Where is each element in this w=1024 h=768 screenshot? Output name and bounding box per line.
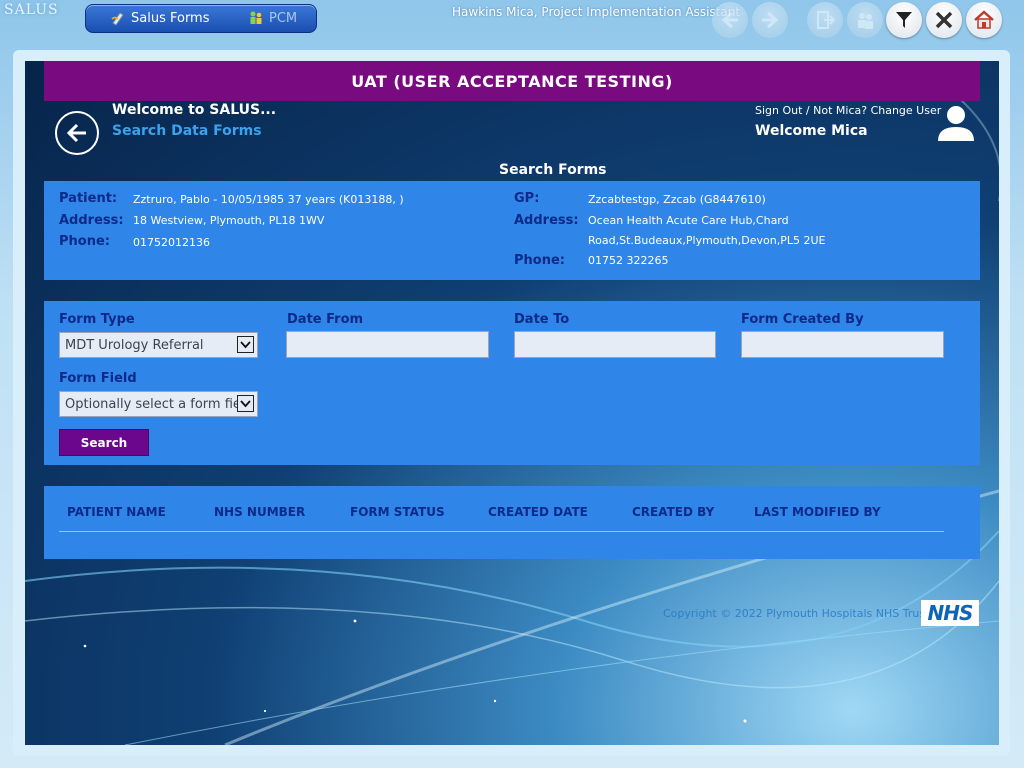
form-type-value: MDT Urology Referral	[65, 337, 204, 353]
column-header-created-date[interactable]: CREATED DATE	[488, 505, 588, 519]
form-type-label: Form Type	[59, 312, 135, 327]
filter-icon[interactable]	[886, 2, 922, 38]
user-title: Hawkins Mica, Project Implementation Ass…	[452, 5, 741, 19]
back-button[interactable]	[55, 111, 99, 155]
gp-address-label: Address:	[514, 213, 579, 228]
close-icon[interactable]	[926, 2, 962, 38]
page-subtitle: Search Data Forms	[112, 123, 262, 139]
column-header-nhs-number[interactable]: NHS NUMBER	[214, 505, 305, 519]
form-created-by-input[interactable]	[741, 331, 944, 358]
back-arrow-icon[interactable]	[712, 2, 748, 38]
form-field-select[interactable]: Optionally select a form fie	[59, 391, 258, 417]
top-bar: SALUS Salus Forms PCM Hawkins Mica, Proj…	[0, 0, 1024, 48]
nhs-logo: NHS	[921, 600, 979, 626]
results-table	[44, 486, 980, 559]
patient-phone-label: Phone:	[59, 234, 110, 249]
chevron-down-icon	[237, 336, 254, 353]
people-icon[interactable]	[847, 2, 883, 38]
patient-phone: 01752012136	[133, 236, 210, 249]
form-field-value: Optionally select a form fie	[65, 396, 241, 412]
gp-phone: 01752 322265	[588, 254, 669, 267]
app-switcher: Salus Forms PCM	[85, 4, 317, 33]
column-header-patient-name[interactable]: PATIENT NAME	[67, 505, 166, 519]
form-created-by-label: Form Created By	[741, 312, 864, 327]
gp-label: GP:	[514, 191, 540, 206]
gp-address-line2: Road,St.Budeaux,Plymouth,Devon,PL5 2UE	[588, 234, 826, 247]
welcome-user: Welcome Mica	[755, 123, 868, 139]
date-to-label: Date To	[514, 312, 570, 327]
environment-banner: UAT (USER ACCEPTANCE TESTING)	[44, 61, 980, 101]
gp-name: Zzcabtestgp, Zzcab (G8447610)	[588, 193, 766, 206]
user-avatar-icon	[934, 103, 978, 143]
column-header-created-by[interactable]: CREATED BY	[632, 505, 714, 519]
nhs-logo-text: NHS	[927, 601, 974, 625]
patient-name: Zztruro, Pablo - 10/05/1985 37 years (K0…	[133, 193, 404, 206]
forward-arrow-icon[interactable]	[752, 2, 788, 38]
people-group-icon	[250, 11, 262, 24]
column-header-form-status[interactable]: FORM STATUS	[350, 505, 445, 519]
pcm-tab[interactable]: PCM	[248, 10, 297, 26]
gp-address-line1: Ocean Health Acute Care Hub,Chard	[588, 214, 789, 227]
back-arrow-icon	[66, 123, 86, 143]
section-title: Search Forms	[499, 162, 607, 178]
pcm-label: PCM	[269, 10, 298, 26]
sign-out-link[interactable]: Sign Out / Not Mica? Change User	[755, 104, 941, 117]
salus-logo: SALUS	[4, 2, 59, 18]
welcome-heading: Welcome to SALUS...	[112, 102, 277, 118]
chevron-down-icon	[237, 395, 254, 412]
header-divider	[59, 531, 944, 532]
date-to-input[interactable]	[514, 331, 716, 358]
patient-label: Patient:	[59, 191, 118, 206]
patient-address-label: Address:	[59, 213, 124, 228]
gp-phone-label: Phone:	[514, 253, 565, 268]
search-button[interactable]: Search	[59, 429, 149, 456]
exit-icon[interactable]	[807, 2, 843, 38]
form-field-label: Form Field	[59, 371, 137, 386]
date-from-label: Date From	[287, 312, 364, 327]
salus-forms-tab[interactable]: Salus Forms	[110, 10, 210, 26]
salus-forms-label: Salus Forms	[131, 10, 210, 26]
patient-address: 18 Westview, Plymouth, PL18 1WV	[133, 214, 325, 227]
forms-icon	[111, 12, 124, 26]
date-from-input[interactable]	[286, 331, 489, 358]
column-header-last-modified-by[interactable]: LAST MODIFIED BY	[754, 505, 881, 519]
copyright-text: Copyright © 2022 Plymouth Hospitals NHS …	[663, 607, 930, 620]
form-type-select[interactable]: MDT Urology Referral	[59, 332, 258, 358]
home-icon[interactable]	[966, 2, 1002, 38]
